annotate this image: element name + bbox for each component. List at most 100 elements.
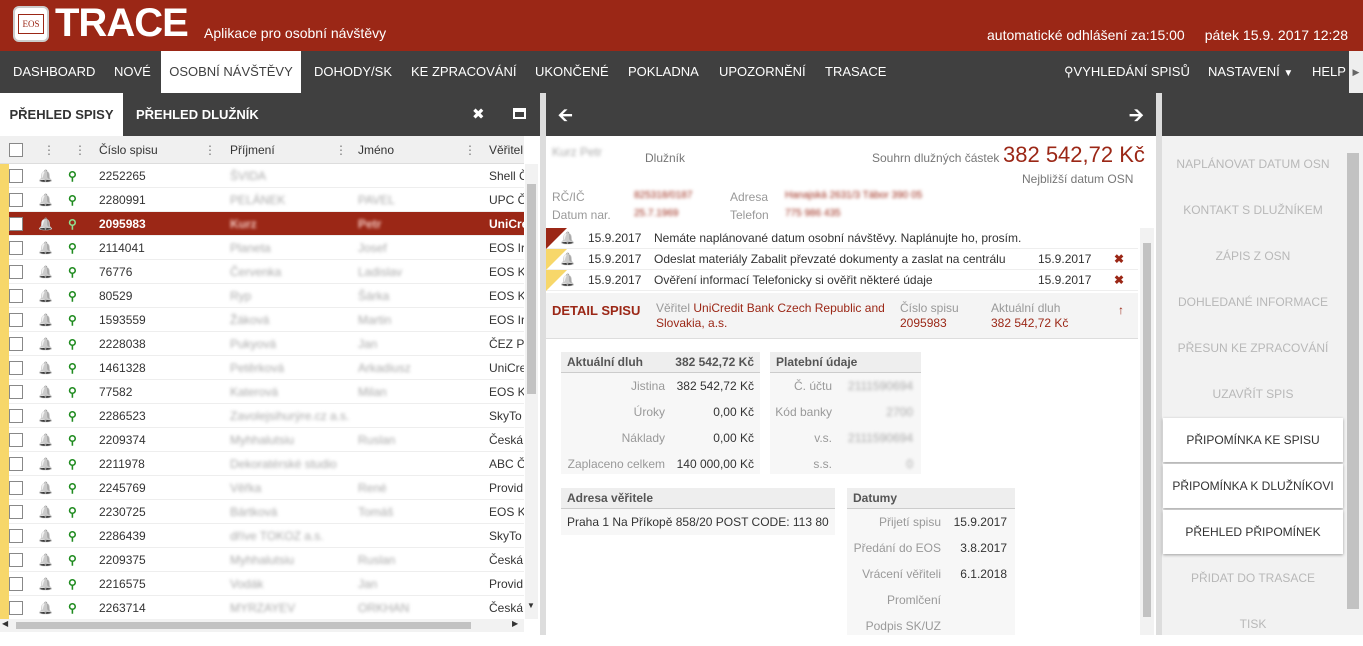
nav-scroll-right-icon[interactable]: ▶	[1349, 51, 1363, 93]
col-veritel[interactable]: Věřitel	[489, 136, 523, 164]
bell-icon[interactable]: 🔔	[38, 548, 53, 572]
table-row[interactable]: 🔔 ⚲ 1461328 Petěrková Arkadiusz UniCre	[0, 356, 524, 380]
table-row[interactable]: 🔔 ⚲ 2286439 dříve TOKOZ a.s. SkyTo	[0, 524, 524, 548]
col-cislo-spisu[interactable]: Číslo spisu	[99, 136, 158, 164]
alert-row[interactable]: 🔔 15.9.2017 Nemáte naplánované datum osobn…	[546, 228, 1138, 249]
arrow-up-icon[interactable]: ↑	[1118, 303, 1124, 317]
pin-icon[interactable]: ⚲	[68, 332, 77, 356]
action-button-7[interactable]: PŘIPOMÍNKA K DLUŽNÍKOVI	[1163, 464, 1343, 508]
scroll-right-icon[interactable]: ▶	[512, 619, 518, 628]
bell-icon[interactable]: 🔔	[38, 236, 53, 260]
table-row[interactable]: 🔔 ⚲ 2216575 Vodák Jan Provid	[0, 572, 524, 596]
nav-nove[interactable]: NOVÉ	[114, 51, 151, 93]
column-menu-icon[interactable]: ⋮	[335, 136, 347, 164]
table-row[interactable]: 🔔 ⚲ 2114041 Planeta Josef EOS Ir	[0, 236, 524, 260]
row-checkbox[interactable]	[9, 577, 23, 591]
alert-row[interactable]: 🔔 15.9.2017 Odeslat materiály Zabalit přev…	[546, 249, 1138, 270]
table-row[interactable]: 🔔 ⚲ 2095983 Kurz Petr UniCre	[0, 212, 524, 236]
row-checkbox[interactable]	[9, 385, 23, 399]
pin-icon[interactable]: ⚲	[68, 164, 77, 188]
bell-icon[interactable]: 🔔	[38, 212, 53, 236]
column-menu-icon[interactable]: ⋮	[74, 136, 86, 164]
bell-icon[interactable]: 🔔	[38, 428, 53, 452]
nav-trasace[interactable]: TRASACE	[825, 51, 886, 93]
bell-icon[interactable]: 🔔	[38, 500, 53, 524]
pin-icon[interactable]: ⚲	[68, 236, 77, 260]
pin-icon[interactable]: ⚲	[68, 212, 77, 236]
scroll-left-icon[interactable]: ◀	[2, 619, 8, 628]
action-scrollbar[interactable]	[1347, 153, 1359, 609]
row-checkbox[interactable]	[9, 289, 23, 303]
close-icon[interactable]: ✖	[1114, 270, 1124, 291]
bell-icon[interactable]: 🔔	[38, 452, 53, 476]
pin-icon[interactable]: ⚲	[68, 500, 77, 524]
column-menu-icon[interactable]: ⋮	[464, 136, 476, 164]
action-button-5[interactable]: UZAVŘÍT SPIS	[1163, 372, 1343, 416]
pin-icon[interactable]: ⚲	[68, 356, 77, 380]
pin-icon[interactable]: ⚲	[68, 404, 77, 428]
nav-ukoncene[interactable]: UKONČENÉ	[535, 51, 609, 93]
pin-icon[interactable]: ⚲	[68, 548, 77, 572]
bell-icon[interactable]: 🔔	[38, 572, 53, 596]
row-checkbox[interactable]	[9, 313, 23, 327]
nav-osobni-navstevy[interactable]: OSOBNÍ NÁVŠTĚVY	[161, 51, 301, 93]
row-checkbox[interactable]	[9, 505, 23, 519]
table-row[interactable]: 🔔 ⚲ 76776 Červenka Ladislav EOS K	[0, 260, 524, 284]
nav-dashboard[interactable]: DASHBOARD	[13, 51, 95, 93]
row-checkbox[interactable]	[9, 601, 23, 615]
arrow-right-icon[interactable]: 🡪	[1129, 103, 1144, 133]
pin-icon[interactable]: ⚲	[68, 308, 77, 332]
bell-icon[interactable]: 🔔	[38, 596, 53, 620]
table-row[interactable]: 🔔 ⚲ 2228038 Pukyová Jan ČEZ P	[0, 332, 524, 356]
bell-icon[interactable]: 🔔	[38, 308, 53, 332]
nav-pokladna[interactable]: POKLADNA	[628, 51, 699, 93]
pin-icon[interactable]: ⚲	[68, 524, 77, 548]
bell-icon[interactable]: 🔔	[38, 404, 53, 428]
pin-off-icon[interactable]: ✖	[472, 105, 485, 123]
bell-icon[interactable]: 🔔	[38, 164, 53, 188]
pin-icon[interactable]: ⚲	[68, 452, 77, 476]
bell-icon[interactable]: 🔔	[38, 284, 53, 308]
bell-icon[interactable]: 🔔	[38, 380, 53, 404]
tab-prehled-dluznik[interactable]: PŘEHLED DLUŽNÍK	[136, 93, 259, 136]
pin-icon[interactable]: ⚲	[68, 380, 77, 404]
row-checkbox[interactable]	[9, 217, 23, 231]
table-row[interactable]: 🔔 ⚲ 2211978 Dekoratérské studio ABC Č	[0, 452, 524, 476]
row-checkbox[interactable]	[9, 361, 23, 375]
col-prijmeni[interactable]: Příjmení	[230, 136, 275, 164]
nav-settings[interactable]: NASTAVENÍ ▼	[1208, 51, 1293, 93]
row-checkbox[interactable]	[9, 169, 23, 183]
row-checkbox[interactable]	[9, 265, 23, 279]
table-row[interactable]: 🔔 ⚲ 2209374 Myhhalutsiu Ruslan Česká	[0, 428, 524, 452]
nav-upozorneni[interactable]: UPOZORNĚNÍ	[719, 51, 806, 93]
pin-icon[interactable]: ⚲	[68, 476, 77, 500]
nav-search[interactable]: ⚲VYHLEDÁNÍ SPISŮ	[1064, 51, 1190, 93]
table-row[interactable]: 🔔 ⚲ 2209375 Myhhalutsiu Ruslan Česká	[0, 548, 524, 572]
bell-icon[interactable]: 🔔	[38, 524, 53, 548]
row-checkbox[interactable]	[9, 481, 23, 495]
table-row[interactable]: 🔔 ⚲ 77582 Katerová Milan EOS K	[0, 380, 524, 404]
pin-icon[interactable]: ⚲	[68, 428, 77, 452]
table-row[interactable]: 🔔 ⚲ 2245769 Věřka René Provid	[0, 476, 524, 500]
bell-icon[interactable]: 🔔	[38, 188, 53, 212]
alert-row[interactable]: 🔔 15.9.2017 Ověření informací Telefonicky …	[546, 270, 1138, 291]
row-checkbox[interactable]	[9, 457, 23, 471]
table-row[interactable]: 🔔 ⚲ 2252265 ŠVIDA Shell Č	[0, 164, 524, 188]
table-row[interactable]: 🔔 ⚲ 2286523 Zavolejsihurýre.cz a.s. SkyTo	[0, 404, 524, 428]
action-button-6[interactable]: PŘIPOMÍNKA KE SPISU	[1163, 418, 1343, 462]
nav-ke-zpracovani[interactable]: KE ZPRACOVÁNÍ	[411, 51, 516, 93]
action-button-3[interactable]: DOHLEDANÉ INFORMACE	[1163, 280, 1343, 324]
table-row[interactable]: 🔔 ⚲ 2230725 Bártková Tomáš EOS K	[0, 500, 524, 524]
action-button-9[interactable]: PŘIDAT DO TRASACE	[1163, 556, 1343, 600]
row-checkbox[interactable]	[9, 241, 23, 255]
tab-prehled-spisy[interactable]: PŘEHLED SPISY	[0, 93, 123, 136]
row-checkbox[interactable]	[9, 409, 23, 423]
select-all-checkbox[interactable]	[9, 143, 23, 157]
action-button-10[interactable]: TISK	[1163, 602, 1343, 646]
bell-icon[interactable]: 🔔	[38, 356, 53, 380]
row-checkbox[interactable]	[9, 337, 23, 351]
table-hscrollbar[interactable]: ◀ ▶	[0, 619, 524, 632]
row-checkbox[interactable]	[9, 553, 23, 567]
scroll-down-icon[interactable]: ▼	[527, 601, 535, 610]
row-checkbox[interactable]	[9, 193, 23, 207]
